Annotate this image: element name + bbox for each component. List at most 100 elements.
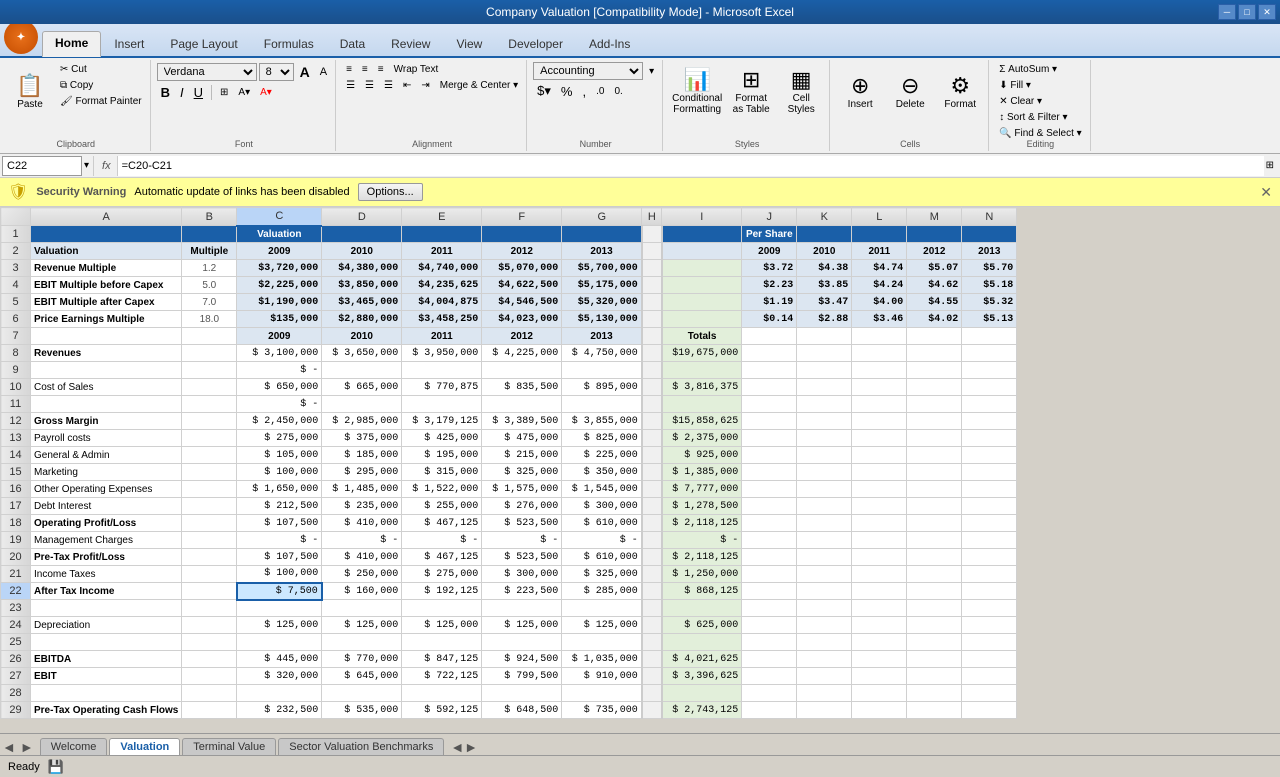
col-header-E[interactable]: E (402, 208, 482, 226)
cell-D11[interactable] (322, 396, 402, 413)
font-color-button[interactable]: A▾ (256, 85, 276, 100)
col-header-M[interactable]: M (907, 208, 962, 226)
cell-M4[interactable]: $4.62 (907, 277, 962, 294)
cell-A21[interactable]: Income Taxes (31, 566, 182, 583)
cell-J1[interactable]: Per Share (742, 226, 797, 243)
cell-E22[interactable]: $ 192,125 (402, 583, 482, 600)
row-header-10[interactable]: 10 (1, 379, 31, 396)
col-header-H[interactable]: H (642, 208, 662, 226)
cell-A5[interactable]: EBIT Multiple after Capex (31, 294, 182, 311)
cell-E26[interactable]: $ 847,125 (402, 651, 482, 668)
tab-insert[interactable]: Insert (101, 32, 157, 57)
cell-B5[interactable]: 7.0 (182, 294, 237, 311)
cell-G2[interactable]: 2013 (562, 243, 642, 260)
cell-C16[interactable]: $ 1,650,000 (237, 481, 322, 498)
cell-I4[interactable] (662, 277, 742, 294)
paste-button[interactable]: 📋 Paste (6, 62, 54, 122)
cell-E27[interactable]: $ 722,125 (402, 668, 482, 685)
cell-E2[interactable]: 2011 (402, 243, 482, 260)
cell-N24[interactable] (962, 617, 1017, 634)
cell-D15[interactable]: $ 295,000 (322, 464, 402, 481)
cell-M5[interactable]: $4.55 (907, 294, 962, 311)
cell-H22[interactable] (642, 583, 662, 600)
cell-L1[interactable] (852, 226, 907, 243)
cell-K19[interactable] (797, 532, 852, 549)
cell-H9[interactable] (642, 362, 662, 379)
row-header-14[interactable]: 14 (1, 447, 31, 464)
cell-H5[interactable] (642, 294, 662, 311)
cell-N26[interactable] (962, 651, 1017, 668)
cell-L12[interactable] (852, 413, 907, 430)
cell-B14[interactable] (182, 447, 237, 464)
cell-G3[interactable]: $5,700,000 (562, 260, 642, 277)
row-header-27[interactable]: 27 (1, 668, 31, 685)
cell-C17[interactable]: $ 212,500 (237, 498, 322, 515)
fill-color-button[interactable]: A▾ (234, 85, 254, 100)
cell-M26[interactable] (907, 651, 962, 668)
office-button[interactable]: ✦ (4, 20, 38, 54)
cell-G9[interactable] (562, 362, 642, 379)
cell-K26[interactable] (797, 651, 852, 668)
cut-button[interactable]: ✂ Cut (56, 62, 146, 77)
cell-L13[interactable] (852, 430, 907, 447)
cell-N25[interactable] (962, 634, 1017, 651)
percent-button[interactable]: % (557, 81, 577, 101)
cell-F24[interactable]: $ 125,000 (482, 617, 562, 634)
cell-H24[interactable] (642, 617, 662, 634)
borders-button[interactable]: ⊞ (216, 85, 232, 100)
cell-K10[interactable] (797, 379, 852, 396)
cell-B28[interactable] (182, 685, 237, 702)
cell-E10[interactable]: $ 770,875 (402, 379, 482, 396)
cell-M9[interactable] (907, 362, 962, 379)
cell-N21[interactable] (962, 566, 1017, 583)
cell-M13[interactable] (907, 430, 962, 447)
clear-button[interactable]: ✕ Clear ▾ (995, 94, 1086, 109)
cell-A19[interactable]: Management Charges (31, 532, 182, 549)
cell-M23[interactable] (907, 600, 962, 617)
cell-M24[interactable] (907, 617, 962, 634)
cell-N8[interactable] (962, 345, 1017, 362)
autosum-button[interactable]: Σ AutoSum ▾ (995, 62, 1086, 77)
cell-D5[interactable]: $3,465,000 (322, 294, 402, 311)
cell-C28[interactable] (237, 685, 322, 702)
cell-M20[interactable] (907, 549, 962, 566)
cell-C7[interactable]: 2009 (237, 328, 322, 345)
underline-button[interactable]: U (190, 83, 207, 102)
cell-A27[interactable]: EBIT (31, 668, 182, 685)
cell-M16[interactable] (907, 481, 962, 498)
cell-K28[interactable] (797, 685, 852, 702)
cell-I17[interactable]: $ 1,278,500 (662, 498, 742, 515)
cell-B20[interactable] (182, 549, 237, 566)
cell-E5[interactable]: $4,004,875 (402, 294, 482, 311)
cell-D2[interactable]: 2010 (322, 243, 402, 260)
cell-D13[interactable]: $ 375,000 (322, 430, 402, 447)
cell-A26[interactable]: EBITDA (31, 651, 182, 668)
cell-I1[interactable] (662, 226, 742, 243)
cell-E17[interactable]: $ 255,000 (402, 498, 482, 515)
cell-D23[interactable] (322, 600, 402, 617)
cell-J25[interactable] (742, 634, 797, 651)
italic-button[interactable]: I (176, 83, 188, 102)
cell-B19[interactable] (182, 532, 237, 549)
options-button[interactable]: Options... (358, 183, 423, 201)
conditional-formatting-button[interactable]: 📊 Conditional Formatting (669, 62, 725, 122)
cell-D18[interactable]: $ 410,000 (322, 515, 402, 532)
cell-F23[interactable] (482, 600, 562, 617)
cell-H28[interactable] (642, 685, 662, 702)
cell-F9[interactable] (482, 362, 562, 379)
row-header-4[interactable]: 4 (1, 277, 31, 294)
cell-F7[interactable]: 2012 (482, 328, 562, 345)
cell-I13[interactable]: $ 2,375,000 (662, 430, 742, 447)
cell-N14[interactable] (962, 447, 1017, 464)
cell-G19[interactable]: $ - (562, 532, 642, 549)
cell-E8[interactable]: $ 3,950,000 (402, 345, 482, 362)
cell-F6[interactable]: $4,023,000 (482, 311, 562, 328)
cell-B1[interactable] (182, 226, 237, 243)
cell-C18[interactable]: $ 107,500 (237, 515, 322, 532)
cell-K22[interactable] (797, 583, 852, 600)
cell-E4[interactable]: $4,235,625 (402, 277, 482, 294)
cell-B7[interactable] (182, 328, 237, 345)
cell-J17[interactable] (742, 498, 797, 515)
cell-D25[interactable] (322, 634, 402, 651)
cell-B24[interactable] (182, 617, 237, 634)
